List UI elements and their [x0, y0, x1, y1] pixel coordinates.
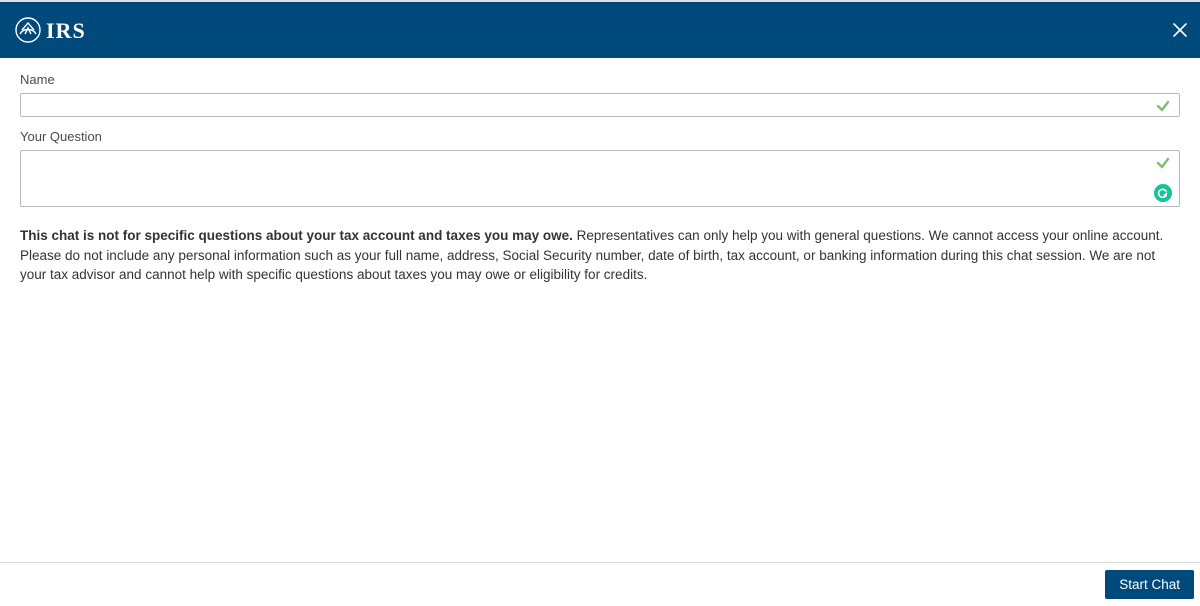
header-bar: IRS [0, 2, 1200, 58]
disclaimer-bold: This chat is not for specific questions … [20, 228, 573, 243]
grammarly-icon[interactable] [1154, 184, 1172, 202]
name-input[interactable] [20, 93, 1180, 117]
close-button[interactable] [1168, 18, 1192, 42]
close-icon [1171, 21, 1189, 39]
start-chat-button[interactable]: Start Chat [1105, 570, 1194, 599]
check-icon [1156, 156, 1170, 170]
name-field-wrap [20, 93, 1180, 117]
name-label: Name [20, 72, 1180, 87]
irs-logo: IRS [14, 16, 90, 44]
question-input[interactable] [20, 150, 1180, 207]
check-icon [1156, 99, 1170, 113]
disclaimer-text: This chat is not for specific questions … [20, 226, 1180, 285]
footer-bar: Start Chat [0, 562, 1200, 606]
svg-text:IRS: IRS [46, 18, 86, 43]
question-label: Your Question [20, 129, 1180, 144]
question-field-wrap [20, 150, 1180, 210]
form-area: Name Your Question This chat is not for … [0, 58, 1200, 285]
